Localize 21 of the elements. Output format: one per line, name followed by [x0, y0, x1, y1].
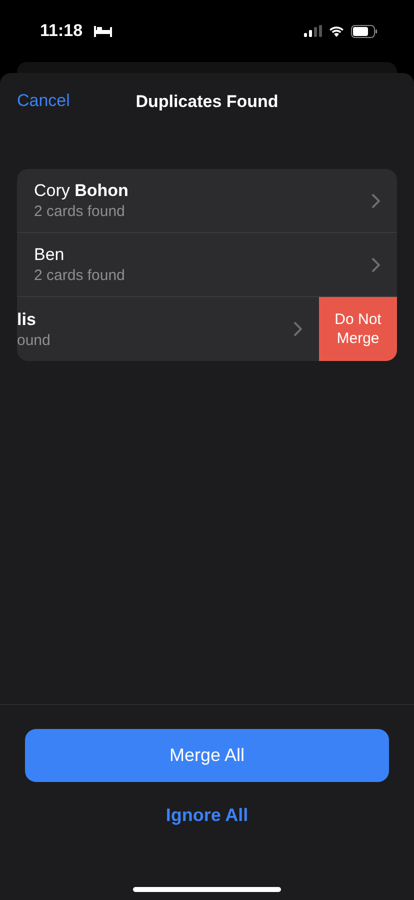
contact-row[interactable]: Cory Bohon 2 cards found: [17, 169, 397, 233]
cards-count: 2 cards found: [34, 203, 126, 220]
bed-icon: [92, 25, 113, 37]
cards-count: 2 cards found: [34, 267, 126, 284]
do-not-merge-button[interactable]: Do Not Merge: [319, 297, 397, 361]
chevron-icon: [372, 258, 380, 272]
contact-name: Ben: [34, 245, 66, 265]
contact-row[interactable]: lis ound: [17, 297, 319, 361]
cancel-button[interactable]: Cancel: [17, 91, 70, 111]
ignore-all-button[interactable]: Ignore All: [160, 804, 254, 827]
battery-icon: [351, 24, 378, 38]
contact-name: Cory Bohon: [34, 181, 130, 201]
merge-all-button[interactable]: Merge All: [25, 729, 389, 782]
cards-count: ound: [17, 332, 52, 348]
contact-name: lis: [17, 310, 37, 330]
status-time: 11:18: [40, 21, 83, 41]
wifi-icon: [328, 25, 345, 37]
chevron-icon: [294, 322, 302, 336]
signal-icon: [304, 25, 322, 37]
sheet-title: Duplicates Found: [136, 92, 278, 112]
chevron-icon: [372, 194, 380, 208]
